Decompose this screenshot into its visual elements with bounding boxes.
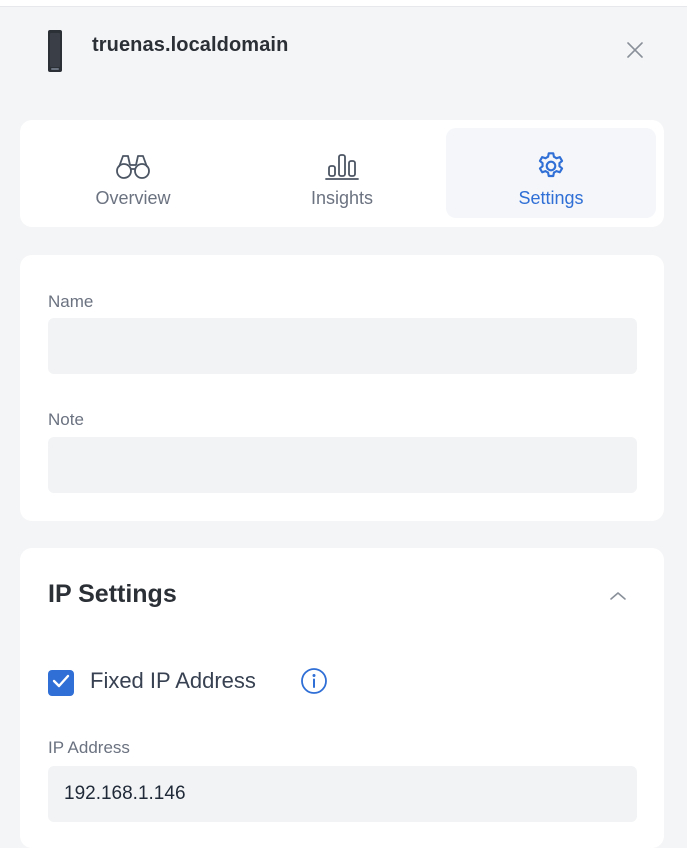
- device-title: truenas.localdomain: [92, 34, 289, 56]
- note-label: Note: [48, 410, 84, 429]
- bar-chart-icon: [325, 150, 359, 182]
- device-details-card: Name Note: [20, 255, 664, 521]
- close-icon: [626, 41, 644, 64]
- server-tower-icon: [47, 30, 63, 72]
- info-icon: [300, 667, 328, 700]
- panel-header: truenas.localdomain: [0, 7, 687, 97]
- tab-label: Overview: [95, 188, 171, 208]
- tab-overview[interactable]: Overview: [28, 128, 238, 218]
- ip-address-label: IP Address: [48, 738, 130, 757]
- section-title: IP Settings: [48, 580, 177, 608]
- tab-bar: Overview Insights Settings: [20, 120, 664, 227]
- tab-label: Insights: [310, 188, 374, 208]
- info-button[interactable]: [298, 667, 330, 699]
- tab-settings[interactable]: Settings: [446, 128, 656, 218]
- name-label: Name: [48, 292, 94, 311]
- checkmark-icon: [52, 674, 70, 693]
- chevron-up-icon: [609, 589, 627, 607]
- collapse-button[interactable]: [602, 584, 634, 612]
- gear-icon: [535, 150, 567, 182]
- tab-label: Settings: [518, 188, 584, 208]
- name-input[interactable]: [48, 318, 637, 374]
- ip-settings-section: IP Settings Fixed IP Address IP Address: [20, 548, 664, 848]
- note-input[interactable]: [48, 437, 637, 493]
- ip-address-input[interactable]: [48, 766, 637, 822]
- fixed-ip-checkbox[interactable]: [48, 670, 74, 696]
- tab-insights[interactable]: Insights: [237, 128, 447, 218]
- binoculars-icon: [115, 150, 151, 182]
- fixed-ip-label[interactable]: Fixed IP Address: [90, 668, 256, 694]
- close-button[interactable]: [618, 35, 652, 69]
- top-divider: [0, 0, 687, 7]
